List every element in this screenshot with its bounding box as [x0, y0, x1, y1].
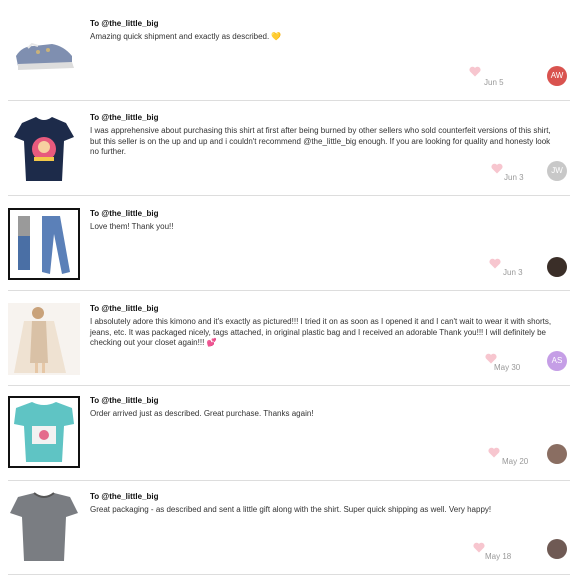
review-date: Jun 3 — [503, 268, 523, 277]
review-item: To @the_little_big Great packaging - as … — [6, 481, 570, 575]
review-recipient: To @the_little_big — [90, 19, 159, 28]
avatar[interactable] — [547, 444, 567, 464]
avatar[interactable]: JW — [547, 161, 567, 181]
jeans-thumbnail[interactable] — [8, 208, 80, 280]
avatar[interactable] — [547, 539, 567, 559]
heart-icon[interactable] — [491, 163, 503, 174]
divider — [8, 574, 570, 575]
review-item: To @the_little_big Amazing quick shipmen… — [6, 0, 570, 100]
avatar[interactable]: AS — [547, 351, 567, 371]
heart-icon[interactable] — [469, 66, 481, 77]
review-recipient: To @the_little_big — [90, 113, 159, 122]
avatar[interactable]: AW — [547, 66, 567, 86]
kimono-thumbnail[interactable] — [8, 303, 80, 375]
review-date: Jun 3 — [504, 173, 524, 182]
review-date: May 20 — [502, 457, 529, 466]
review-message: Love them! Thank you!! — [90, 222, 174, 231]
review-recipient: To @the_little_big — [90, 209, 159, 218]
review-item: To @the_little_big I absolutely adore th… — [6, 291, 570, 385]
review-item: To @the_little_big Order arrived just as… — [6, 386, 570, 480]
review-message: Amazing quick shipment and exactly as de… — [90, 32, 282, 41]
review-date: May 18 — [485, 552, 512, 561]
review-message: Order arrived just as described. Great p… — [90, 409, 314, 418]
review-item: To @the_little_big I was apprehensive ab… — [6, 101, 570, 195]
review-date: May 30 — [494, 363, 521, 372]
sneaker-thumbnail[interactable] — [8, 16, 80, 88]
review-message: I absolutely adore this kimono and it's … — [90, 317, 552, 347]
review-recipient: To @the_little_big — [90, 492, 159, 501]
heart-icon[interactable] — [489, 258, 501, 269]
heart-icon[interactable] — [473, 542, 485, 553]
gray-shirt-thumbnail[interactable] — [8, 491, 80, 563]
review-message: Great packaging - as described and sent … — [90, 505, 492, 514]
review-recipient: To @the_little_big — [90, 304, 159, 313]
avatar[interactable] — [547, 257, 567, 277]
review-recipient: To @the_little_big — [90, 396, 159, 405]
teal-shirt-thumbnail[interactable] — [8, 396, 80, 468]
heart-icon[interactable] — [488, 447, 500, 458]
review-item: To @the_little_big Love them! Thank you!… — [6, 196, 570, 290]
review-date: Jun 5 — [484, 78, 504, 87]
review-message: I was apprehensive about purchasing this… — [90, 126, 551, 156]
tshirt-thumbnail[interactable] — [8, 113, 80, 185]
